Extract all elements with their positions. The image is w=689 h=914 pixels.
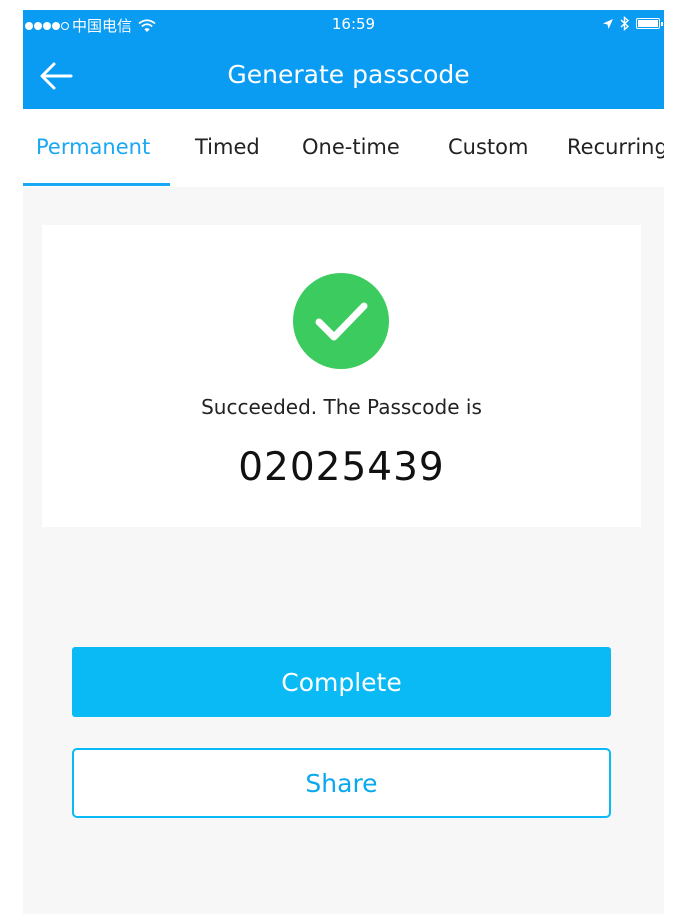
page-title: Generate passcode: [227, 60, 470, 89]
status-bar: 中国电信 16:59: [23, 10, 664, 40]
passcode-value: 02025439: [238, 445, 445, 490]
success-check-icon: [293, 273, 389, 369]
phone-screen: 中国电信 16:59 Generate passcode Permanent T…: [23, 10, 664, 914]
tab-permanent[interactable]: Permanent: [36, 135, 150, 159]
share-button[interactable]: Share: [72, 748, 611, 818]
tab-recurring[interactable]: Recurring: [567, 135, 664, 159]
bluetooth-icon: [620, 16, 630, 31]
success-message: Succeeded. The Passcode is: [201, 395, 482, 419]
location-arrow-icon: [602, 18, 614, 30]
navigation-bar: Generate passcode: [23, 40, 664, 109]
status-icons: [602, 16, 663, 31]
active-tab-indicator: [23, 183, 170, 186]
tab-custom[interactable]: Custom: [448, 135, 528, 159]
tab-timed[interactable]: Timed: [195, 135, 260, 159]
passcode-type-tabs: Permanent Timed One-time Custom Recurrin…: [23, 109, 664, 187]
result-card: Succeeded. The Passcode is 02025439: [42, 225, 641, 527]
complete-button[interactable]: Complete: [72, 647, 611, 717]
status-time: 16:59: [331, 15, 376, 33]
tab-one-time[interactable]: One-time: [302, 135, 400, 159]
battery-icon: [636, 18, 663, 29]
